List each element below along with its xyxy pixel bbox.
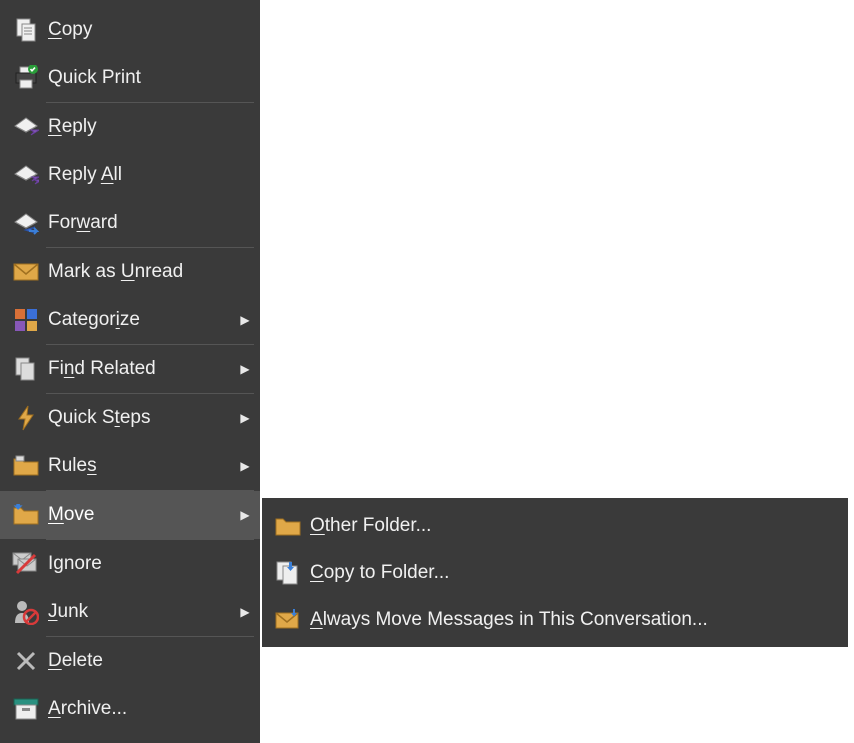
submenu-arrow-icon: ▶ bbox=[240, 459, 250, 473]
lightning-icon bbox=[8, 405, 44, 431]
menu-item-label: Copy bbox=[44, 19, 252, 41]
menu-item-label: Rules bbox=[44, 455, 240, 477]
menu-item-delete[interactable]: Delete bbox=[0, 637, 260, 685]
submenu-arrow-icon: ▶ bbox=[240, 508, 250, 522]
junk-icon bbox=[8, 599, 44, 625]
submenu-arrow-icon: ▶ bbox=[240, 411, 250, 425]
envelope-move-icon bbox=[270, 609, 306, 631]
menu-item-label: Mark as Unread bbox=[44, 261, 252, 283]
submenu-arrow-icon: ▶ bbox=[240, 313, 250, 327]
ignore-icon bbox=[8, 551, 44, 577]
move-submenu: Other Folder... Copy to Folder... Always… bbox=[262, 498, 848, 647]
reply-all-icon bbox=[8, 162, 44, 188]
forward-icon bbox=[8, 210, 44, 236]
categorize-icon bbox=[8, 308, 44, 332]
submenu-arrow-icon: ▶ bbox=[240, 605, 250, 619]
archive-icon bbox=[8, 698, 44, 720]
menu-item-label: Reply All bbox=[44, 164, 252, 186]
submenu-item-label: Copy to Folder... bbox=[306, 562, 840, 584]
menu-item-rules[interactable]: Rules ▶ bbox=[0, 442, 260, 490]
copy-folder-icon bbox=[270, 560, 306, 586]
menu-item-label: Delete bbox=[44, 650, 252, 672]
menu-item-categorize[interactable]: Categorize ▶ bbox=[0, 296, 260, 344]
copy-icon bbox=[8, 17, 44, 43]
menu-item-junk[interactable]: Junk ▶ bbox=[0, 588, 260, 636]
move-folder-icon bbox=[8, 504, 44, 526]
menu-item-label: Find Related bbox=[44, 358, 240, 380]
reply-icon bbox=[8, 114, 44, 140]
menu-item-find-related[interactable]: Find Related ▶ bbox=[0, 345, 260, 393]
menu-item-quick-steps[interactable]: Quick Steps ▶ bbox=[0, 394, 260, 442]
envelope-icon bbox=[8, 262, 44, 282]
submenu-item-copy-folder[interactable]: Copy to Folder... bbox=[262, 549, 848, 596]
menu-item-label: Categorize bbox=[44, 309, 240, 331]
menu-item-label: Quick Print bbox=[44, 67, 252, 89]
submenu-item-label: Always Move Messages in This Conversatio… bbox=[306, 609, 840, 631]
menu-item-label: Archive... bbox=[44, 698, 252, 720]
menu-item-move[interactable]: Move ▶ bbox=[0, 491, 260, 539]
menu-item-label: Quick Steps bbox=[44, 407, 240, 429]
menu-item-label: Junk bbox=[44, 601, 240, 623]
menu-item-forward[interactable]: Forward bbox=[0, 199, 260, 247]
find-related-icon bbox=[8, 356, 44, 382]
submenu-item-always-move[interactable]: Always Move Messages in This Conversatio… bbox=[262, 596, 848, 643]
menu-item-ignore[interactable]: Ignore bbox=[0, 540, 260, 588]
folder-rules-icon bbox=[8, 455, 44, 477]
menu-item-mark-unread[interactable]: Mark as Unread bbox=[0, 248, 260, 296]
submenu-item-label: Other Folder... bbox=[306, 515, 840, 537]
menu-item-archive[interactable]: Archive... bbox=[0, 685, 260, 733]
submenu-arrow-icon: ▶ bbox=[240, 362, 250, 376]
printer-icon bbox=[8, 65, 44, 91]
menu-item-label: Move bbox=[44, 504, 240, 526]
submenu-item-other-folder[interactable]: Other Folder... bbox=[262, 502, 848, 549]
menu-item-label: Reply bbox=[44, 116, 252, 138]
menu-item-quick-print[interactable]: Quick Print bbox=[0, 54, 260, 102]
menu-item-reply-all[interactable]: Reply All bbox=[0, 151, 260, 199]
context-menu: Copy Quick Print Reply Reply All Forward… bbox=[0, 0, 260, 743]
menu-item-copy[interactable]: Copy bbox=[0, 6, 260, 54]
delete-icon bbox=[8, 650, 44, 672]
menu-item-reply[interactable]: Reply bbox=[0, 103, 260, 151]
menu-item-label: Forward bbox=[44, 212, 252, 234]
menu-item-label: Ignore bbox=[44, 553, 252, 575]
folder-icon bbox=[270, 515, 306, 537]
